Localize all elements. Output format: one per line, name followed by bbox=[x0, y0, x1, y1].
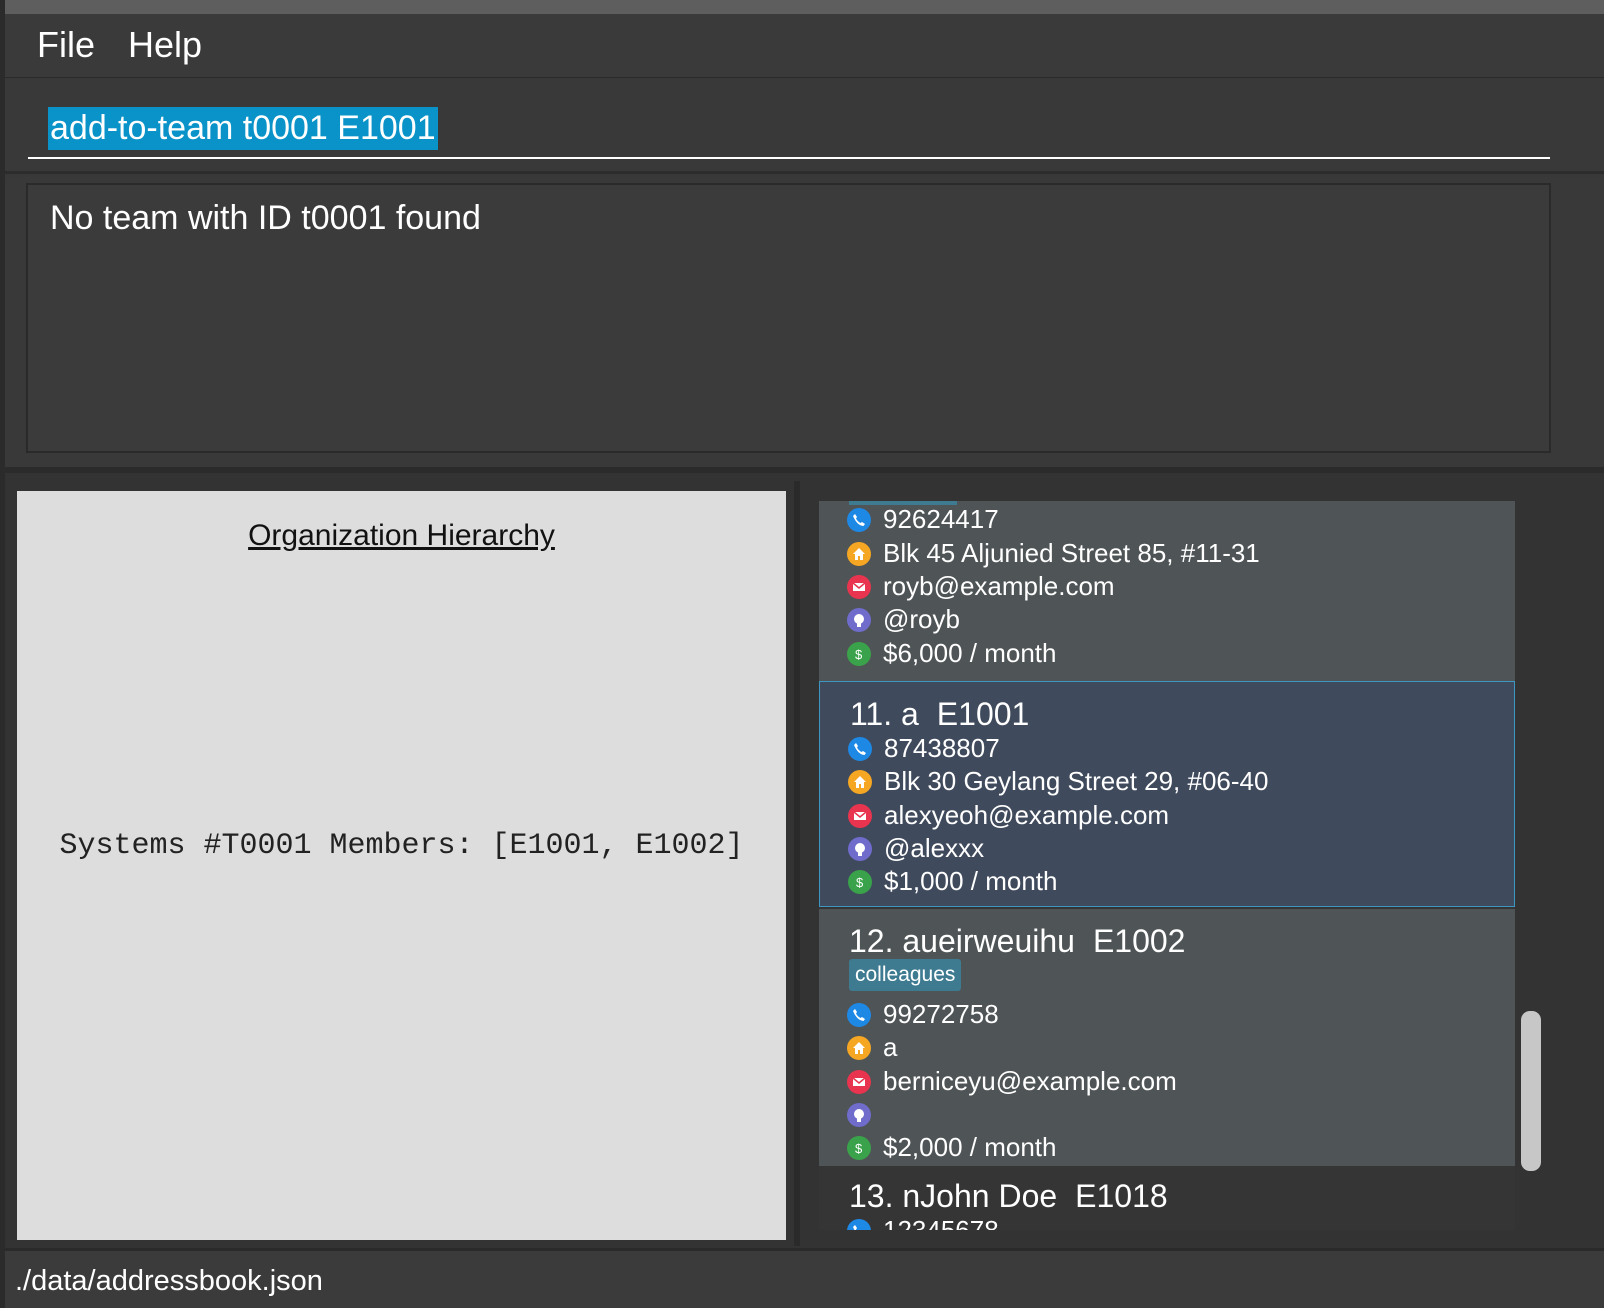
salary-row: $ $6,000 / month bbox=[847, 639, 1056, 667]
mail-icon bbox=[848, 804, 872, 828]
email-text: alexyeoh@example.com bbox=[884, 800, 1170, 830]
phone-row: 87438807 bbox=[848, 734, 1000, 762]
svg-text:$: $ bbox=[855, 1141, 863, 1156]
address-text: Blk 45 Aljunied Street 85, #11-31 bbox=[883, 538, 1260, 568]
split-pane-divider[interactable] bbox=[794, 481, 800, 1246]
org-hierarchy-title: Organization Hierarchy bbox=[248, 519, 555, 552]
phone-row: 99272758 bbox=[847, 1000, 999, 1028]
salary-row: $ $2,000 / month bbox=[847, 1133, 1056, 1161]
svg-text:$: $ bbox=[856, 875, 864, 890]
phone-icon bbox=[848, 737, 872, 761]
address-text: a bbox=[883, 1032, 898, 1062]
person-id: E1001 bbox=[936, 696, 1030, 732]
person-header: 13. nJohn Doe E1018 bbox=[849, 1178, 1168, 1215]
github-row: @royb bbox=[847, 605, 960, 633]
email-row: alexyeoh@example.com bbox=[848, 801, 1169, 829]
github-text: @alexxx bbox=[884, 833, 985, 863]
phone-row: 12345678 bbox=[847, 1216, 999, 1230]
salary-text: $2,000 / month bbox=[883, 1132, 1057, 1162]
command-input[interactable]: add-to-team t0001 E1001 bbox=[28, 99, 1550, 159]
phone-icon bbox=[847, 508, 871, 532]
svg-text:$: $ bbox=[855, 647, 863, 662]
person-index-name: 11. a bbox=[850, 696, 919, 732]
phone-row: 92624417 bbox=[847, 505, 999, 533]
github-icon bbox=[848, 837, 872, 861]
email-text: berniceyu@example.com bbox=[883, 1066, 1177, 1096]
salary-row: $ $1,000 / month bbox=[848, 867, 1057, 895]
main-content: Organization Hierarchy Systems #T0001 Me… bbox=[5, 473, 1604, 1248]
dollar-icon: $ bbox=[847, 642, 871, 666]
github-text: @royb bbox=[883, 604, 960, 634]
dollar-icon: $ bbox=[847, 1136, 871, 1160]
person-card[interactable]: 13. nJohn Doe E1018 12345678 bbox=[819, 1166, 1515, 1230]
github-icon bbox=[847, 608, 871, 632]
status-bar: ./data/addressbook.json bbox=[5, 1248, 1604, 1308]
salary-text: $1,000 / month bbox=[884, 866, 1058, 896]
result-display-area: No team with ID t0001 found bbox=[5, 177, 1604, 473]
phone-icon bbox=[847, 1003, 871, 1027]
mail-icon bbox=[847, 575, 871, 599]
person-card[interactable]: 12. aueirweuihu E1002 colleagues 99272758… bbox=[819, 909, 1515, 1166]
phone-text: 12345678 bbox=[883, 1215, 999, 1230]
person-index-name: 13. nJohn Doe bbox=[849, 1178, 1058, 1214]
home-icon bbox=[847, 542, 871, 566]
command-box-area: add-to-team t0001 E1001 bbox=[5, 79, 1604, 174]
team-node: Systems #T0001 Members: [E1001, E1002] bbox=[59, 829, 744, 863]
dollar-icon: $ bbox=[848, 870, 872, 894]
home-icon bbox=[847, 1036, 871, 1060]
org-hierarchy-panel: Organization Hierarchy Systems #T0001 Me… bbox=[17, 491, 786, 1240]
person-card-selected[interactable]: 11. a E1001 87438807 Blk 30 Geylang Stree… bbox=[819, 681, 1515, 907]
email-row: berniceyu@example.com bbox=[847, 1067, 1177, 1095]
salary-text: $6,000 / month bbox=[883, 638, 1057, 668]
result-display[interactable]: No team with ID t0001 found bbox=[26, 183, 1551, 453]
person-card[interactable]: 92624417 Blk 45 Aljunied Street 85, #11-… bbox=[819, 501, 1515, 681]
mail-icon bbox=[847, 1070, 871, 1094]
address-row: Blk 45 Aljunied Street 85, #11-31 bbox=[847, 539, 1260, 567]
address-row: a bbox=[847, 1033, 897, 1061]
menu-help[interactable]: Help bbox=[128, 24, 202, 66]
person-id: E1018 bbox=[1075, 1178, 1168, 1214]
home-icon bbox=[848, 770, 872, 794]
result-message: No team with ID t0001 found bbox=[50, 199, 481, 237]
phone-text: 92624417 bbox=[883, 504, 999, 534]
phone-text: 87438807 bbox=[884, 733, 1000, 763]
list-scrollbar[interactable] bbox=[1521, 1011, 1541, 1171]
address-row: Blk 30 Geylang Street 29, #06-40 bbox=[848, 767, 1268, 795]
person-id: E1002 bbox=[1092, 923, 1186, 959]
phone-icon bbox=[847, 1219, 871, 1230]
address-text: Blk 30 Geylang Street 29, #06-40 bbox=[884, 766, 1269, 796]
tag: colleagues bbox=[849, 959, 962, 991]
email-row: royb@example.com bbox=[847, 572, 1115, 600]
menu-bar: File Help bbox=[5, 14, 1604, 78]
person-header: 12. aueirweuihu E1002 bbox=[849, 923, 1185, 960]
github-row: @alexxx bbox=[848, 834, 984, 862]
person-header: 11. a E1001 bbox=[850, 696, 1029, 733]
file-path: ./data/addressbook.json bbox=[15, 1265, 323, 1297]
email-text: royb@example.com bbox=[883, 571, 1115, 601]
app-window: File Help add-to-team t0001 E1001 No tea… bbox=[5, 14, 1604, 1308]
person-list[interactable]: 92624417 Blk 45 Aljunied Street 85, #11-… bbox=[819, 501, 1515, 1230]
phone-text: 99272758 bbox=[883, 999, 999, 1029]
github-row bbox=[847, 1100, 883, 1128]
menu-file[interactable]: File bbox=[37, 24, 95, 66]
person-index-name: 12. aueirweuihu bbox=[849, 923, 1075, 959]
command-input-text[interactable]: add-to-team t0001 E1001 bbox=[48, 107, 438, 150]
github-icon bbox=[847, 1103, 871, 1127]
